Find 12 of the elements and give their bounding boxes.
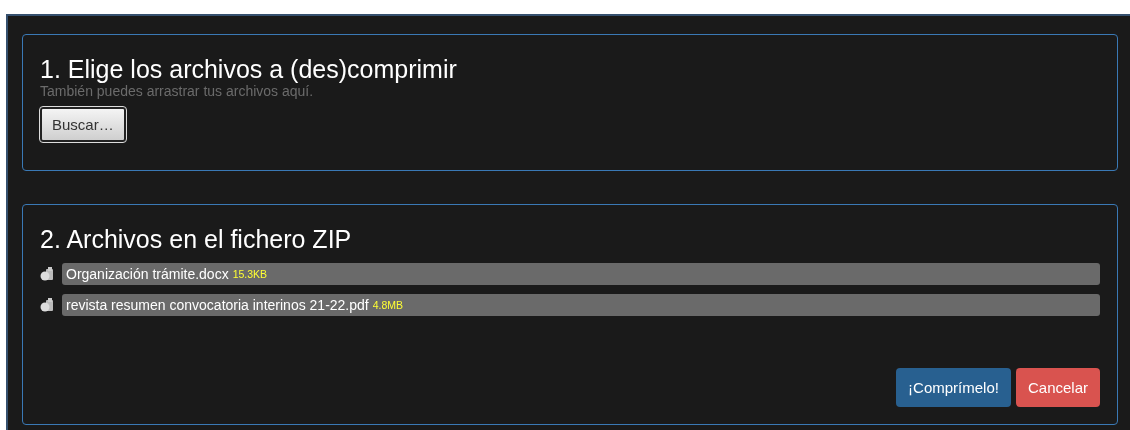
file-size: 4.8MB — [372, 299, 404, 311]
section-title: 1. Elige los archivos a (des)comprimir — [40, 55, 458, 83]
file-stack-icon — [40, 267, 54, 281]
file-name: Organización trámite.docx — [66, 266, 229, 282]
compress-button[interactable]: ¡Comprímelo! — [896, 368, 1011, 407]
file-stack-icon — [40, 298, 54, 312]
file-name: revista resumen convocatoria interinos 21-22.pdf — [66, 297, 369, 313]
browse-button[interactable]: Buscar… — [40, 107, 126, 142]
section-title: 2. Archivos en el fichero ZIP — [40, 225, 353, 253]
hint-text: También puedes arrastrar tus archivos aquí. — [40, 83, 315, 99]
cancel-button[interactable]: Cancelar — [1015, 368, 1100, 407]
file-size: 15.3KB — [232, 268, 268, 280]
